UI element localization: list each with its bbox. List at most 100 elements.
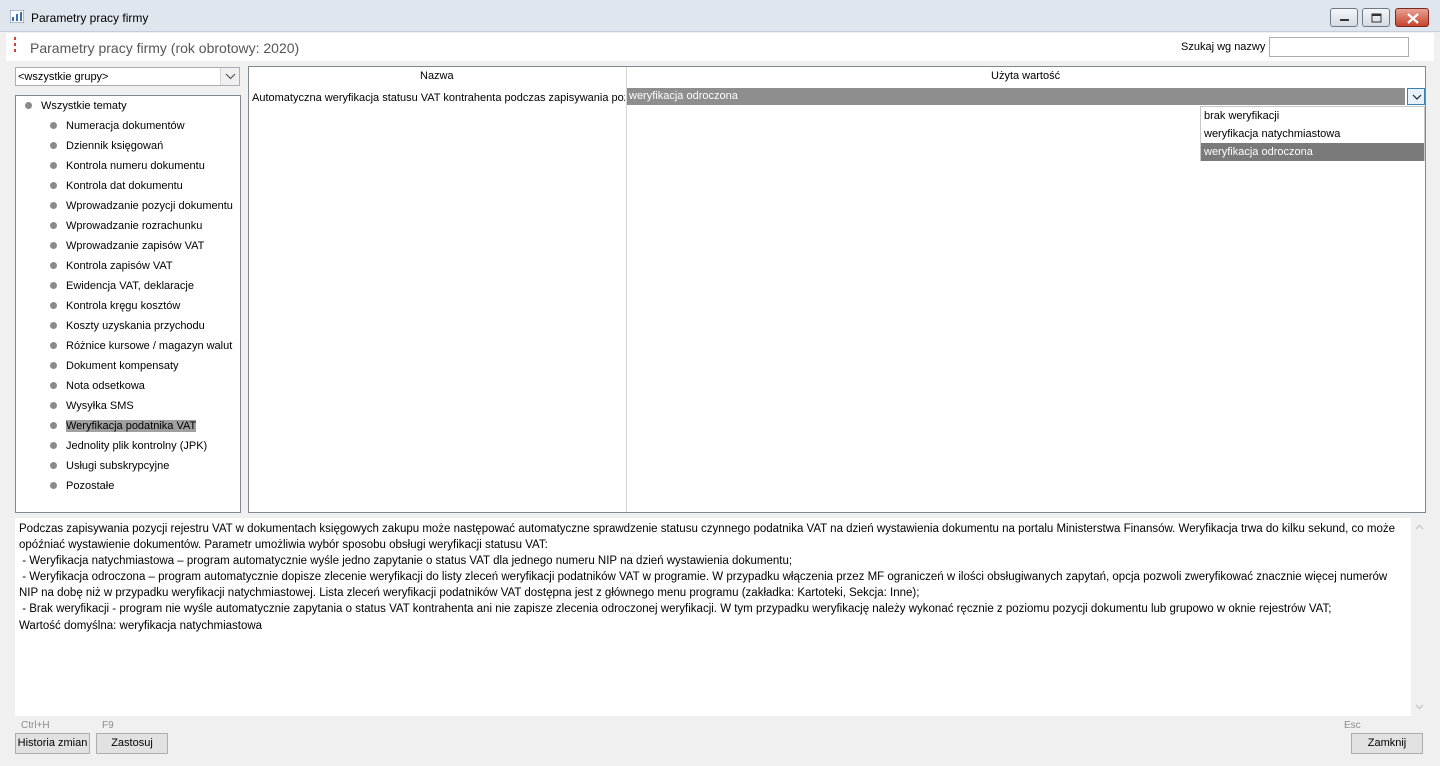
history-button[interactable]: Historia zmian bbox=[15, 733, 90, 754]
bullet-icon bbox=[50, 382, 57, 389]
tree-item-label: Wprowadzanie zapisów VAT bbox=[66, 240, 205, 252]
value-dropdown-button[interactable] bbox=[1407, 88, 1425, 105]
bullet-icon bbox=[50, 182, 57, 189]
bullet-icon bbox=[50, 442, 57, 449]
value-dropdown-list[interactable]: brak weryfikacji weryfikacja natychmiasto… bbox=[1200, 106, 1425, 161]
app-icon bbox=[10, 10, 24, 23]
bullet-icon bbox=[50, 142, 57, 149]
tree-item-label: Różnice kursowe / magazyn walut bbox=[66, 340, 233, 352]
dropdown-option[interactable]: weryfikacja odroczona bbox=[1201, 143, 1424, 161]
tree-item[interactable]: Weryfikacja podatnika VAT bbox=[16, 416, 216, 436]
tree-item[interactable]: Kontrola kręgu kosztów bbox=[16, 296, 216, 316]
chevron-down-icon[interactable] bbox=[1411, 700, 1428, 714]
search-input[interactable] bbox=[1269, 37, 1409, 57]
tree-item-label: Dokument kompensaty bbox=[66, 360, 179, 372]
bullet-icon bbox=[50, 462, 57, 469]
close-window-button[interactable] bbox=[1395, 8, 1429, 27]
header-bar: Parametry pracy firmy (rok obrotowy: 202… bbox=[6, 33, 1434, 61]
maximize-button[interactable] bbox=[1362, 8, 1390, 27]
tree-item[interactable]: Usługi subskrypcyjne bbox=[16, 456, 216, 476]
tree-item-label: Koszty uzyskania przychodu bbox=[66, 320, 205, 332]
tree-item[interactable]: Kontrola dat dokumentu bbox=[16, 176, 216, 196]
column-header-value[interactable]: Użyta wartość bbox=[991, 70, 1060, 82]
bullet-icon bbox=[50, 482, 57, 489]
tree-item-label: Usługi subskrypcyjne bbox=[66, 460, 170, 472]
search-label: Szukaj wg nazwy bbox=[1181, 41, 1266, 53]
tree-item[interactable]: Kontrola zapisów VAT bbox=[16, 256, 216, 276]
apply-shortcut: F9 bbox=[102, 720, 114, 731]
close-shortcut: Esc bbox=[1344, 720, 1361, 731]
dropdown-option[interactable]: brak weryfikacji bbox=[1201, 107, 1424, 125]
tree-item[interactable]: Wprowadzanie zapisów VAT bbox=[16, 236, 216, 256]
tree-item[interactable]: Wysyłka SMS bbox=[16, 396, 216, 416]
column-header-name[interactable]: Nazwa bbox=[420, 70, 454, 82]
bullet-icon bbox=[50, 422, 57, 429]
topic-tree[interactable]: Wszystkie tematy Numeracja dokumentów Dzi… bbox=[15, 95, 241, 513]
apply-button[interactable]: Zastosuj bbox=[96, 733, 168, 754]
window-title: Parametry pracy firmy bbox=[31, 11, 149, 25]
tree-item[interactable]: Wprowadzanie rozrachunku bbox=[16, 216, 216, 236]
bullet-icon bbox=[50, 322, 57, 329]
bullet-icon bbox=[50, 362, 57, 369]
dropdown-option[interactable]: weryfikacja natychmiastowa bbox=[1201, 125, 1424, 143]
description-scrollbar[interactable] bbox=[1411, 518, 1428, 716]
tree-item[interactable]: Numeracja dokumentów bbox=[16, 116, 216, 136]
bullet-icon bbox=[50, 122, 57, 129]
bullet-icon bbox=[50, 302, 57, 309]
tree-item[interactable]: Ewidencja VAT, deklaracje bbox=[16, 276, 216, 296]
page-title: Parametry pracy firmy (rok obrotowy: 202… bbox=[30, 40, 300, 56]
tree-item[interactable]: Pozostałe bbox=[16, 476, 216, 496]
group-select-arrow[interactable] bbox=[220, 68, 239, 85]
bullet-icon bbox=[25, 102, 32, 109]
bullet-icon bbox=[50, 402, 57, 409]
minimize-button[interactable] bbox=[1330, 8, 1358, 27]
bullet-icon bbox=[50, 242, 57, 249]
close-icon bbox=[1407, 13, 1419, 24]
tree-item[interactable]: Nota odsetkowa bbox=[16, 376, 216, 396]
tree-item[interactable]: Różnice kursowe / magazyn walut bbox=[16, 336, 232, 356]
description-text: Podczas zapisywania pozycji rejestru VAT… bbox=[19, 523, 1396, 632]
chevron-down-icon bbox=[225, 73, 236, 80]
close-button[interactable]: Zamknij bbox=[1351, 733, 1423, 754]
history-shortcut: Ctrl+H bbox=[21, 720, 50, 731]
tree-item-label: Pozostałe bbox=[66, 480, 115, 492]
chevron-up-icon[interactable] bbox=[1411, 520, 1428, 534]
parameter-value-field[interactable]: weryfikacja odroczona bbox=[627, 88, 1405, 105]
bullet-icon bbox=[50, 262, 57, 269]
parameter-name[interactable]: Automatyczna weryfikacja statusu VAT kon… bbox=[252, 92, 625, 104]
tree-item-root[interactable]: Wszystkie tematy bbox=[16, 96, 216, 116]
tree-item[interactable]: Koszty uzyskania przychodu bbox=[16, 316, 216, 336]
tree-item-label: Nota odsetkowa bbox=[66, 380, 145, 392]
tree-item-label: Kontrola dat dokumentu bbox=[66, 180, 183, 192]
tree-item[interactable]: Jednolity plik kontrolny (JPK) bbox=[16, 436, 216, 456]
tree-item-label: Numeracja dokumentów bbox=[66, 120, 185, 132]
tree-item-label: Kontrola zapisów VAT bbox=[66, 260, 173, 272]
parameter-value: weryfikacja odroczona bbox=[629, 90, 738, 102]
minimize-icon bbox=[1340, 19, 1349, 21]
tree-item-label: Jednolity plik kontrolny (JPK) bbox=[66, 440, 208, 452]
tree-item-label: Kontrola kręgu kosztów bbox=[66, 300, 181, 312]
dropdown-option-label: brak weryfikacji bbox=[1204, 110, 1280, 122]
parameter-grid: Nazwa Użyta wartość Automatyczna weryfik… bbox=[248, 66, 1426, 513]
tree-item-label: Kontrola numeru dokumentu bbox=[66, 160, 205, 172]
tree-item-label: Wysyłka SMS bbox=[66, 400, 134, 412]
window-titlebar[interactable]: Parametry pracy firmy bbox=[0, 0, 1440, 32]
tree-item[interactable]: Kontrola numeru dokumentu bbox=[16, 156, 216, 176]
menu-dots-icon[interactable] bbox=[14, 37, 17, 53]
tree-item-label: Ewidencja VAT, deklaracje bbox=[66, 280, 194, 292]
dropdown-option-label: weryfikacja natychmiastowa bbox=[1204, 128, 1341, 140]
bullet-icon bbox=[50, 162, 57, 169]
bullet-icon bbox=[50, 282, 57, 289]
tree-item[interactable]: Dziennik księgowań bbox=[16, 136, 216, 156]
bullet-icon bbox=[50, 342, 57, 349]
bullet-icon bbox=[50, 222, 57, 229]
column-separator[interactable] bbox=[626, 67, 627, 512]
tree-item[interactable]: Dokument kompensaty bbox=[16, 356, 216, 376]
dropdown-option-label: weryfikacja odroczona bbox=[1204, 146, 1313, 158]
tree-item-label: Dziennik księgowań bbox=[66, 140, 164, 152]
tree-item-label: Weryfikacja podatnika VAT bbox=[66, 420, 197, 432]
tree-item[interactable]: Wprowadzanie pozycji dokumentu bbox=[16, 196, 233, 216]
group-select[interactable]: <wszystkie grupy> bbox=[15, 67, 240, 86]
chevron-down-icon bbox=[1412, 94, 1422, 100]
window-client-area: Parametry pracy firmy (rok obrotowy: 202… bbox=[6, 33, 1434, 760]
